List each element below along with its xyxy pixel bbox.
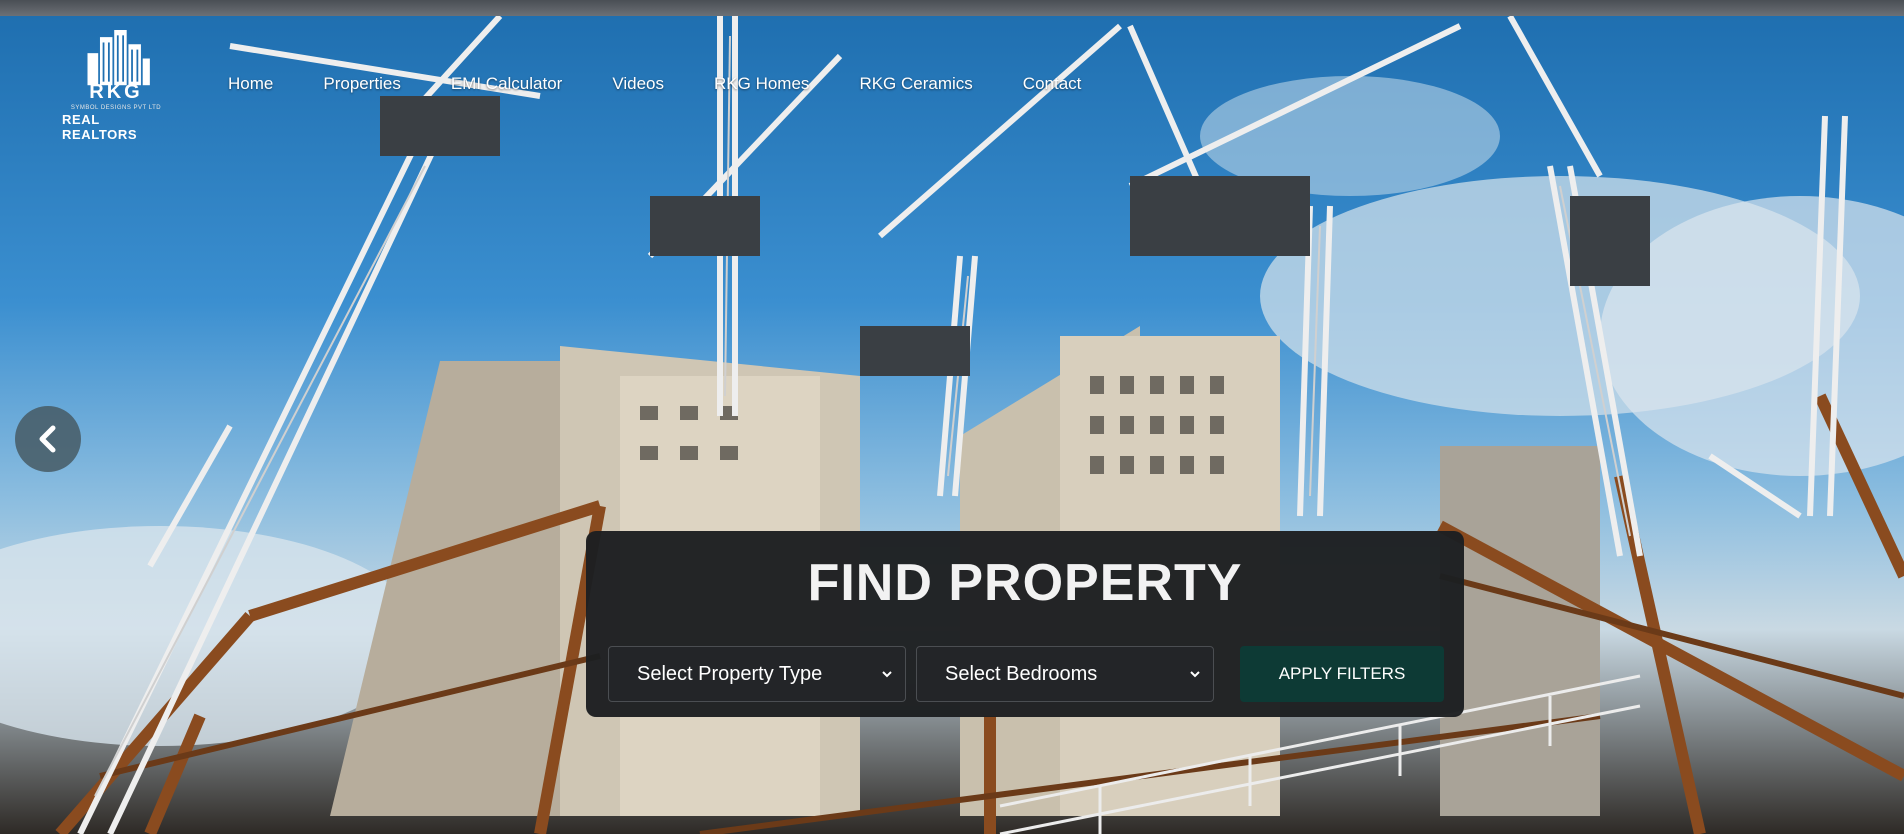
hero-banner: RKG SYMBOL DESIGNS PVT LTD REAL REALTORS…: [0, 16, 1904, 834]
carousel-prev-button[interactable]: [15, 406, 81, 472]
bedrooms-value: Select Bedrooms: [945, 662, 1098, 685]
apply-filters-button[interactable]: APPLY FILTERS: [1240, 646, 1444, 702]
rkg-logo[interactable]: RKG SYMBOL DESIGNS PVT LTD REAL REALTORS: [62, 30, 170, 142]
nav-rkg-ceramics[interactable]: RKG Ceramics: [859, 74, 972, 94]
nav-videos[interactable]: Videos: [612, 74, 664, 94]
nav-rkg-homes[interactable]: RKG Homes: [714, 74, 809, 94]
logo-brand: RKG: [89, 81, 143, 103]
logo-building-icon: [87, 30, 150, 86]
nav-properties[interactable]: Properties: [323, 74, 400, 94]
find-property-panel: FIND PROPERTY Select Property Type Selec…: [586, 531, 1464, 717]
find-property-title: FIND PROPERTY: [807, 554, 1243, 612]
chevron-down-icon: [882, 671, 892, 678]
bedrooms-select[interactable]: Select Bedrooms: [916, 646, 1214, 702]
browser-top-edge: [0, 0, 1904, 16]
nav-contact[interactable]: Contact: [1023, 74, 1082, 94]
property-type-value: Select Property Type: [637, 662, 823, 685]
chevron-left-icon: [39, 425, 56, 453]
chevron-down-icon: [1190, 671, 1200, 678]
nav-emi-calculator[interactable]: EMI Calculator: [451, 74, 562, 94]
nav-home[interactable]: Home: [228, 74, 273, 94]
property-type-select[interactable]: Select Property Type: [608, 646, 906, 702]
main-nav: Home Properties EMI Calculator Videos RK…: [228, 74, 1131, 94]
logo-tagline: SYMBOL DESIGNS PVT LTD: [70, 105, 162, 111]
logo-name: REAL REALTORS: [62, 112, 138, 142]
